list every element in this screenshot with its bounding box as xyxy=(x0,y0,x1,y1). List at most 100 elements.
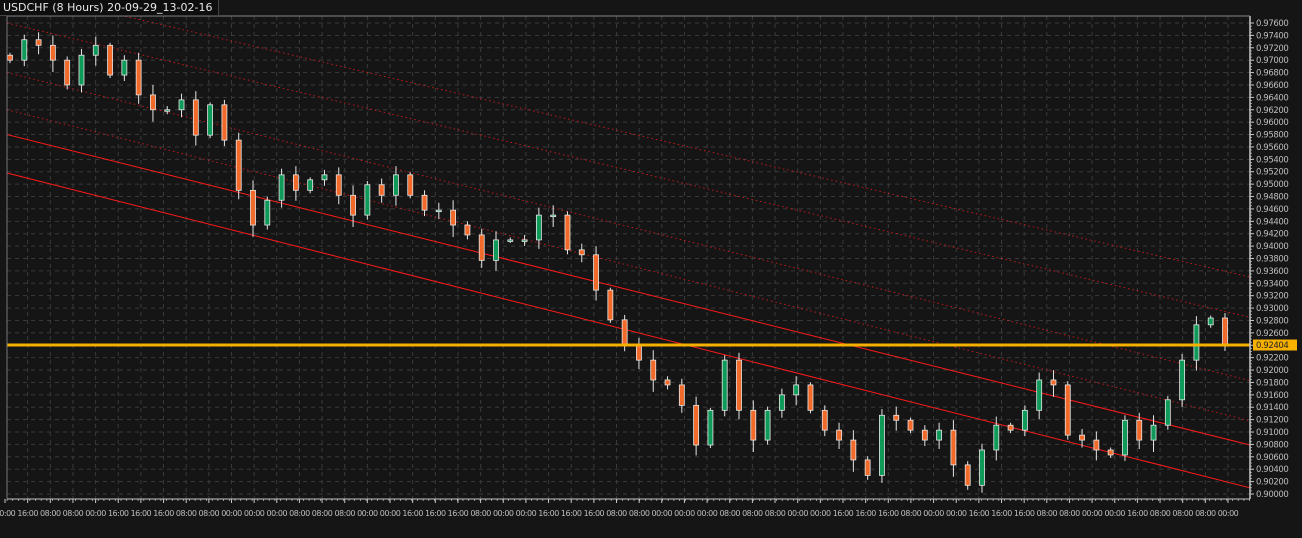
price-axis-label: 0.93000 xyxy=(1256,304,1288,314)
price-axis-label: 0.95400 xyxy=(1256,155,1288,165)
candle-down xyxy=(850,439,857,461)
candle-down xyxy=(107,44,113,76)
candle-down xyxy=(250,189,256,226)
time-axis-label: 00:00 xyxy=(787,509,808,518)
price-axis-label: 0.90800 xyxy=(1256,440,1288,450)
price-axis-label: 0.91400 xyxy=(1256,403,1288,413)
candle-down xyxy=(893,414,900,421)
candle-up xyxy=(721,359,728,411)
price-axis-label: 0.92200 xyxy=(1256,354,1288,364)
time-axis-label: 00:00 xyxy=(674,509,695,518)
time-axis-label: 16:00 xyxy=(448,509,469,518)
time-axis-label: 08:00 xyxy=(176,509,197,518)
candle-down xyxy=(235,139,242,191)
time-axis-label: 16:00 xyxy=(969,509,990,518)
price-axis-label: 0.94800 xyxy=(1256,193,1288,203)
time-axis-label: 08:00 xyxy=(742,509,763,518)
time-axis-label: 08:00 xyxy=(289,509,310,518)
time-axis-label: 00:00 xyxy=(652,509,673,518)
price-axis-label: 0.91600 xyxy=(1256,391,1288,401)
time-axis-label: 00:00 xyxy=(357,509,378,518)
candle-down xyxy=(1107,449,1114,456)
candle-down xyxy=(593,254,599,291)
price-axis-label: 0.97200 xyxy=(1256,44,1288,54)
price-chart[interactable]: 0.97600 0.97400 0.97200 0.97000 0.96800 0.966… xyxy=(0,0,1302,538)
candle-down xyxy=(678,384,685,406)
candle-up xyxy=(393,174,399,196)
candle-down xyxy=(836,429,842,441)
candle-down xyxy=(7,54,13,61)
channel-line xyxy=(6,172,1251,489)
price-axis-label: 0.96200 xyxy=(1256,106,1288,116)
time-axis-label: 16:00 xyxy=(131,509,152,518)
candle-up xyxy=(92,44,99,56)
time-axis-label: 08:00 xyxy=(765,509,786,518)
candle-up xyxy=(1150,424,1157,441)
time-axis-label: 08:00 xyxy=(312,509,333,518)
time-axis-label: 16:00 xyxy=(991,509,1012,518)
candle-down xyxy=(421,194,428,211)
candle-up xyxy=(550,214,557,218)
candle-up xyxy=(264,199,271,226)
candle-down xyxy=(335,174,342,196)
candle-up xyxy=(121,59,128,76)
time-axis-label: 00:00 xyxy=(1104,509,1125,518)
price-axis-label: 0.96000 xyxy=(1256,118,1288,128)
channel-line-dotted xyxy=(6,22,1251,318)
time-axis-label: 16:00 xyxy=(855,509,876,518)
candle-up xyxy=(1179,359,1186,401)
candle-down xyxy=(221,104,228,141)
price-axis-label: 0.95200 xyxy=(1256,168,1288,178)
candle-up xyxy=(435,209,442,213)
candle-down xyxy=(664,379,671,386)
candle-up xyxy=(78,54,85,86)
candle-up xyxy=(493,239,499,261)
candle-up xyxy=(1036,379,1043,411)
time-axis-label: 16:00 xyxy=(1014,509,1035,518)
candle-up xyxy=(778,394,785,411)
time-axis-label: 08:00 xyxy=(199,509,220,518)
candle-down xyxy=(450,209,457,226)
price-axis-label: 0.97400 xyxy=(1256,31,1288,41)
time-axis-label: 16:00 xyxy=(153,509,174,518)
candle-down xyxy=(35,39,42,46)
current-price-label: 0.92404 xyxy=(1256,341,1288,351)
price-axis-label: 0.95600 xyxy=(1256,143,1288,153)
price-axis-label: 0.93800 xyxy=(1256,255,1288,265)
chart-title: USDCHF (8 Hours) 20-09-29_13-02-16 xyxy=(0,0,220,16)
candle-down xyxy=(607,289,614,321)
price-axis-label: 0.97000 xyxy=(1256,56,1288,66)
candle-down xyxy=(1050,379,1057,386)
candle-down xyxy=(964,464,971,486)
candle-up xyxy=(1193,324,1200,361)
price-axis-label: 0.92800 xyxy=(1256,316,1288,326)
candle-down xyxy=(864,459,871,476)
time-axis-label: 16:00 xyxy=(17,509,38,518)
candle-up xyxy=(21,39,28,61)
candle-down xyxy=(478,234,485,261)
time-axis-label: 16:00 xyxy=(402,509,423,518)
time-axis-label: 16:00 xyxy=(108,509,129,518)
time-axis-label: 00:00 xyxy=(1218,509,1239,518)
price-axis-label: 0.91800 xyxy=(1256,378,1288,388)
candle-up xyxy=(321,174,328,181)
price-axis-label: 0.90000 xyxy=(1256,490,1288,500)
price-axis-label: 0.95000 xyxy=(1256,180,1288,190)
price-axis-label: 0.90200 xyxy=(1256,478,1288,488)
time-axis-label: 08:00 xyxy=(334,509,355,518)
channel-line xyxy=(6,134,1251,446)
time-axis-label: 16:00 xyxy=(425,509,446,518)
time-axis-label: 08:00 xyxy=(629,509,650,518)
time-axis-label: 16:00 xyxy=(833,509,854,518)
time-axis-label: 00:00 xyxy=(923,509,944,518)
candle-down xyxy=(1222,317,1228,346)
candle-down xyxy=(64,59,71,86)
candle-down xyxy=(192,99,199,136)
candle-up xyxy=(507,239,514,242)
price-axis-label: 0.96600 xyxy=(1256,81,1288,91)
time-axis-label: 16:00 xyxy=(538,509,559,518)
candle-up xyxy=(1122,419,1128,456)
time-axis-label: 08:00 xyxy=(470,509,491,518)
price-axis-label: 0.91200 xyxy=(1256,416,1288,426)
time-axis-label: 08:00 xyxy=(1037,509,1058,518)
